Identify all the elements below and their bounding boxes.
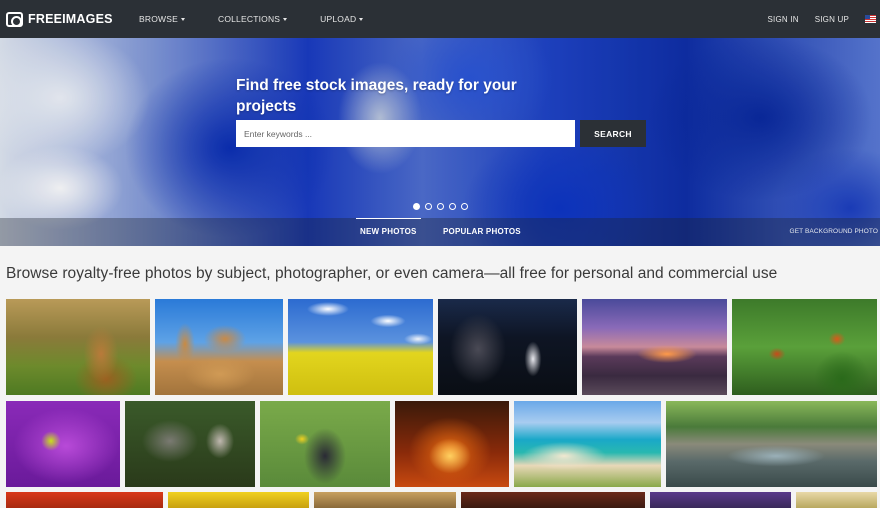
menu-browse-label: BROWSE [139, 14, 178, 24]
photo-bird[interactable] [260, 401, 390, 487]
camera-logo-icon [6, 11, 23, 27]
site-logo[interactable]: FREEIMAGES [6, 11, 126, 27]
slide-dot-5[interactable] [461, 203, 468, 210]
caret-down-icon [180, 17, 185, 21]
hero-banner: Find free stock images, ready for your p… [0, 38, 880, 246]
photo-purple-sky[interactable] [650, 492, 791, 508]
menu-collections[interactable]: COLLECTIONS [217, 14, 288, 24]
slide-dot-2[interactable] [425, 203, 432, 210]
photo-beach[interactable] [514, 401, 661, 487]
slide-dot-1[interactable] [413, 203, 420, 210]
menu-collections-label: COLLECTIONS [217, 14, 281, 24]
photo-red-flowers[interactable] [6, 492, 163, 508]
photo-animal[interactable] [314, 492, 456, 508]
slide-dot-3[interactable] [437, 203, 444, 210]
photo-sunset[interactable] [582, 299, 727, 395]
hero-title: Find free stock images, ready for your p… [236, 77, 517, 115]
photo-field[interactable] [796, 492, 877, 508]
sign-up-link[interactable]: SIGN UP [815, 15, 849, 24]
sign-in-link[interactable]: SIGN IN [768, 15, 799, 24]
photo-cat[interactable] [125, 401, 255, 487]
photo-night-cemetery[interactable] [438, 299, 577, 395]
caret-down-icon [359, 17, 364, 21]
account-links: SIGN IN SIGN UP [768, 0, 880, 38]
tab-new-photos[interactable]: NEW PHOTOS [356, 218, 421, 246]
photo-autumn-trees[interactable] [461, 492, 645, 508]
hero-tab-bar [0, 218, 880, 246]
page-tagline: Browse royalty-free photos by subject, p… [6, 265, 778, 282]
photo-river[interactable] [666, 401, 877, 487]
menu-upload[interactable]: UPLOAD [320, 14, 364, 24]
caret-down-icon [283, 17, 288, 21]
tab-popular-photos[interactable]: POPULAR PHOTOS [443, 218, 521, 246]
photo-purple-flower[interactable] [6, 401, 120, 487]
get-background-photo-link[interactable]: GET BACKGROUND PHOTO [790, 218, 878, 246]
main-menu: BROWSE COLLECTIONS UPLOAD [139, 0, 364, 38]
photo-rapeseed-field[interactable] [288, 299, 433, 395]
search-button[interactable]: SEARCH [580, 120, 646, 147]
slide-indicators [413, 203, 473, 210]
us-flag-icon[interactable] [865, 15, 876, 23]
photo-fire[interactable] [395, 401, 509, 487]
photo-horse[interactable] [6, 299, 150, 395]
search-input[interactable] [236, 120, 575, 147]
photo-desert-rocks[interactable] [155, 299, 283, 395]
logo-text: FREEIMAGES [28, 12, 113, 26]
photo-butterfly[interactable] [732, 299, 877, 395]
menu-browse[interactable]: BROWSE [139, 14, 185, 24]
slide-dot-4[interactable] [449, 203, 456, 210]
photo-yellow-flower[interactable] [168, 492, 309, 508]
top-navbar: FREEIMAGES BROWSE COLLECTIONS UPLOAD SIG… [0, 0, 880, 38]
menu-upload-label: UPLOAD [320, 14, 357, 24]
